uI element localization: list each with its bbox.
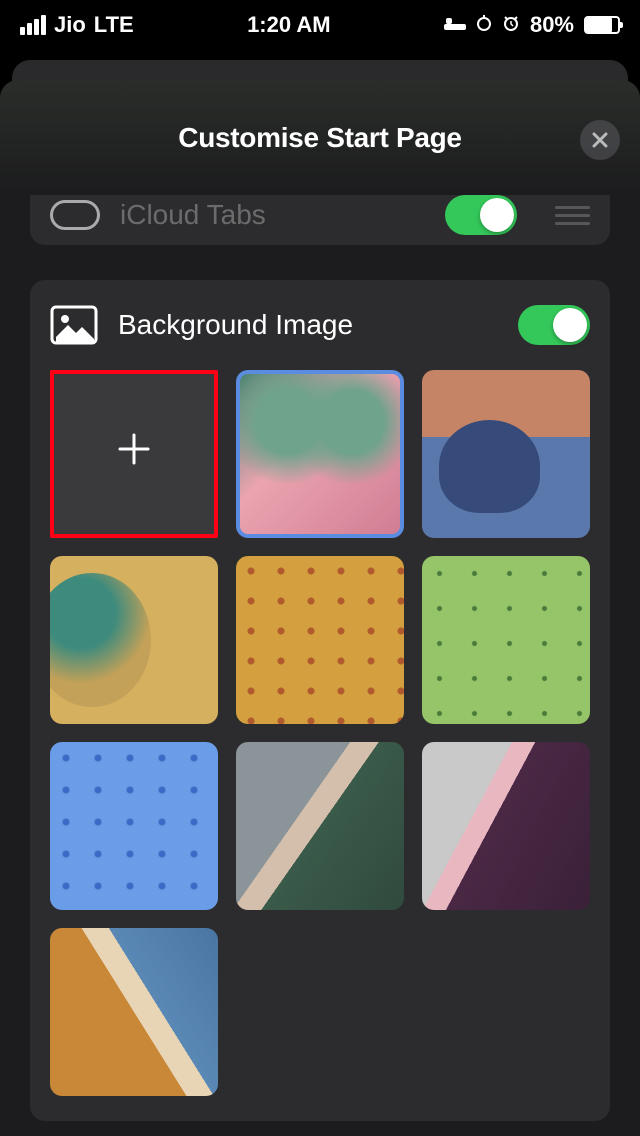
background-image-toggle[interactable] bbox=[518, 305, 590, 345]
wallpaper-geometric-orange[interactable] bbox=[50, 928, 218, 1096]
drag-handle-icon[interactable] bbox=[555, 206, 590, 225]
add-custom-wallpaper-button[interactable] bbox=[50, 370, 218, 538]
wallpaper-dots-blue[interactable] bbox=[50, 742, 218, 910]
wallpaper-butterfly[interactable] bbox=[236, 370, 404, 538]
wallpaper-dots-orange[interactable] bbox=[236, 556, 404, 724]
carrier-label: Jio bbox=[54, 12, 86, 38]
background-image-section: Background Image bbox=[30, 280, 610, 1121]
close-icon bbox=[591, 131, 609, 149]
battery-percent: 80% bbox=[530, 12, 574, 38]
status-bar: Jio LTE 1:20 AM 80% bbox=[0, 0, 640, 50]
icloud-tabs-toggle[interactable] bbox=[445, 195, 517, 235]
wallpaper-dots-green[interactable] bbox=[422, 556, 590, 724]
battery-icon bbox=[584, 16, 620, 34]
icloud-tabs-icon bbox=[50, 200, 100, 230]
wallpaper-geometric-purple[interactable] bbox=[422, 742, 590, 910]
sheet-title: Customise Start Page bbox=[178, 122, 461, 154]
lock-icon bbox=[476, 12, 492, 38]
customise-sheet: Customise Start Page iCloud Tabs Backgro… bbox=[0, 80, 640, 1136]
wallpaper-parrot[interactable] bbox=[50, 556, 218, 724]
wallpaper-bear[interactable] bbox=[422, 370, 590, 538]
bed-icon bbox=[444, 12, 466, 38]
signal-icon bbox=[20, 15, 46, 35]
close-button[interactable] bbox=[580, 120, 620, 160]
icloud-tabs-row: iCloud Tabs bbox=[30, 195, 610, 245]
background-image-label: Background Image bbox=[118, 309, 498, 341]
wallpaper-grid bbox=[50, 370, 590, 1096]
network-label: LTE bbox=[94, 12, 134, 38]
icloud-tabs-label: iCloud Tabs bbox=[120, 199, 425, 231]
plus-icon bbox=[112, 427, 156, 482]
image-icon bbox=[50, 305, 98, 345]
wallpaper-geometric-green[interactable] bbox=[236, 742, 404, 910]
clock: 1:20 AM bbox=[247, 12, 331, 38]
alarm-icon bbox=[502, 12, 520, 38]
sheet-header: Customise Start Page bbox=[0, 80, 640, 195]
